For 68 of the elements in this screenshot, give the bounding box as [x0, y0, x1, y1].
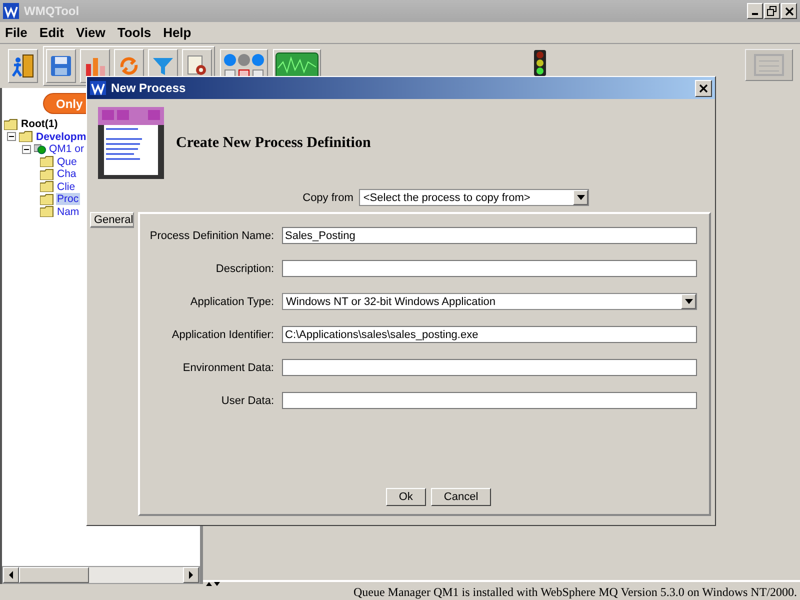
right-arrow-icon — [188, 571, 194, 579]
expand-toggle[interactable] — [7, 132, 16, 142]
scroll-right-button[interactable] — [183, 567, 199, 583]
copy-from-label: Copy from — [302, 192, 354, 204]
close-button[interactable] — [781, 3, 797, 19]
close-icon — [699, 84, 708, 92]
tree-item[interactable]: Clie — [56, 180, 76, 193]
horizontal-scrollbar[interactable] — [2, 566, 200, 584]
folder-icon — [40, 156, 54, 168]
dialog-button[interactable]: Ok — [386, 488, 426, 506]
folder-icon — [4, 118, 18, 130]
save-icon[interactable] — [46, 49, 76, 83]
tree-item[interactable]: Nam — [56, 206, 80, 218]
expand-toggle[interactable] — [22, 144, 31, 154]
folder-icon — [19, 131, 33, 142]
tree-item[interactable]: Proc — [56, 193, 80, 206]
folder-icon — [40, 168, 54, 180]
field-label: Process Definition Name: — [148, 230, 274, 242]
close-icon — [784, 6, 794, 16]
field-label: Application Identifier: — [170, 328, 274, 340]
scroll-left-button[interactable] — [3, 567, 19, 583]
menu-item[interactable]: View — [76, 25, 106, 40]
minus-icon — [24, 146, 29, 152]
code-listing-icon — [98, 107, 164, 179]
input-field[interactable] — [282, 392, 697, 409]
app-logo-icon — [3, 3, 19, 19]
dialog-heading: Create New Process Definition — [176, 134, 371, 152]
dropdown-field[interactable]: Windows NT or 32-bit Windows Application — [282, 293, 697, 310]
tree-item[interactable]: QM1 or — [48, 143, 86, 156]
dialog-button[interactable]: Cancel — [430, 488, 492, 506]
scroll-thumb[interactable] — [19, 567, 89, 583]
restore-button[interactable] — [764, 3, 780, 19]
window-title: WMQTool — [24, 4, 80, 18]
input-field[interactable]: Sales_Posting — [282, 227, 697, 244]
menu-item[interactable]: File — [5, 25, 28, 40]
folder-icon — [40, 194, 54, 205]
left-arrow-icon — [8, 571, 14, 579]
app-logo-icon — [90, 81, 106, 95]
caret-icon — [684, 299, 692, 304]
input-field[interactable]: C:\Applications\sales\sales_posting.exe — [282, 326, 697, 343]
input-field[interactable] — [282, 260, 697, 277]
field-label: Environment Data: — [182, 362, 274, 374]
minus-icon — [9, 134, 14, 140]
restore-icon — [767, 6, 777, 16]
menu-item[interactable]: Edit — [39, 25, 64, 40]
tree-item[interactable]: Developm — [35, 130, 88, 143]
dialog-title: New Process — [111, 81, 187, 95]
folder-icon — [40, 206, 54, 218]
field-label: User Data: — [220, 394, 274, 406]
tree-item[interactable]: Que — [56, 156, 78, 168]
tab[interactable]: General — [90, 212, 134, 228]
folder-icon — [40, 181, 54, 192]
menu-item[interactable]: Help — [163, 25, 192, 40]
menu-item[interactable]: Tools — [117, 25, 152, 40]
field-label: Application Type: — [189, 296, 274, 308]
tree-item[interactable]: Root(1) — [20, 118, 59, 130]
close-button[interactable] — [695, 80, 712, 96]
minimize-button[interactable] — [747, 3, 763, 19]
caret-icon — [576, 195, 585, 200]
input-field[interactable] — [282, 359, 697, 376]
copy-from-dropdown[interactable]: <Select the process to copy from> — [359, 189, 590, 206]
split-up-arrow-icon[interactable] — [206, 582, 212, 586]
field-label: Description: — [214, 262, 274, 274]
exit-door-icon[interactable] — [8, 49, 38, 83]
split-down-arrow-icon[interactable] — [214, 582, 220, 586]
tree-item[interactable]: Cha — [56, 168, 78, 180]
status-message: Queue Manager QM1 is installed with WebSphere MQ Version 5.3.0 on Windows NT/2000. — [353, 584, 797, 600]
server-status-icon — [34, 143, 46, 156]
